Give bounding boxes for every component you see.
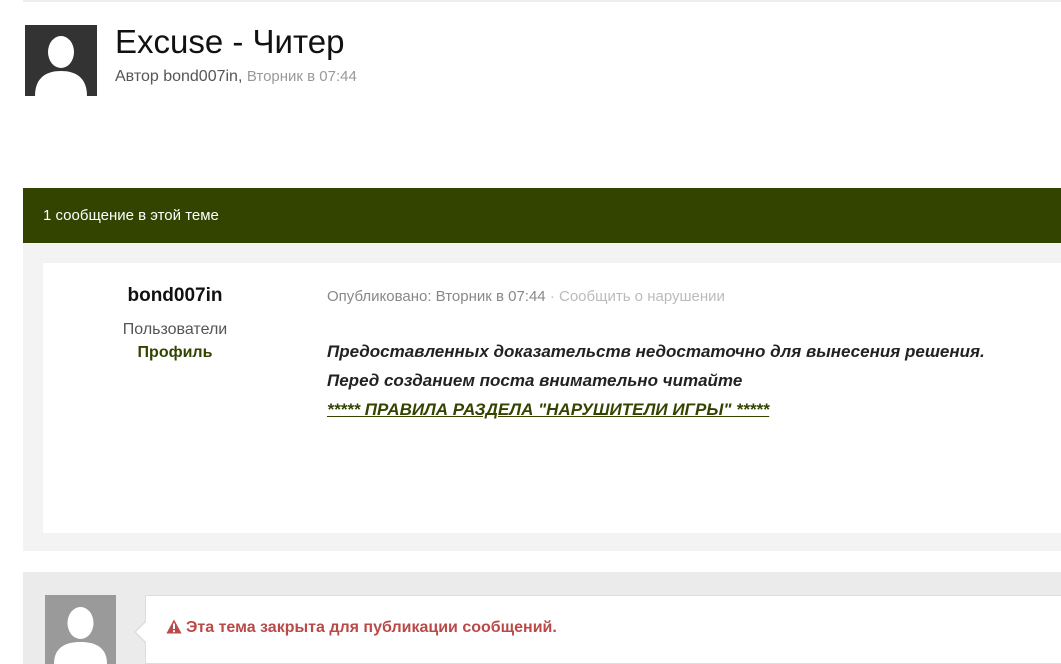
- post-content: Предоставленных доказательств недостаточ…: [327, 337, 1057, 424]
- reply-area: Эта тема закрыта для публикации сообщени…: [23, 572, 1061, 664]
- post-line: Перед созданием поста внимательно читайт…: [327, 371, 743, 390]
- profile-link[interactable]: Профиль: [43, 343, 307, 363]
- top-divider: [23, 0, 1061, 2]
- locked-notice-content: Эта тема закрыта для публикации сообщени…: [166, 618, 557, 638]
- topic-page: Excuse - Читер Автор bond007in, Вторник …: [0, 0, 1061, 664]
- post-count-bar: 1 сообщение в этой теме: [23, 188, 1061, 243]
- post-body: Опубликовано: Вторник в 07:44 · Сообщить…: [327, 287, 1057, 424]
- topic-meta: Автор bond007in, Вторник в 07:44: [115, 67, 357, 87]
- locked-notice: Эта тема закрыта для публикации сообщени…: [134, 595, 1061, 664]
- post-count-label: 1 сообщение в этой теме: [43, 207, 219, 224]
- post-line: Предоставленных доказательств недостаточ…: [327, 342, 985, 361]
- post-card: bond007in Пользователи Профиль Опубликов…: [43, 263, 1061, 533]
- post-published: Опубликовано: Вторник в 07:44: [327, 288, 546, 305]
- rules-link[interactable]: ***** ПРАВИЛА РАЗДЕЛА "НАРУШИТЕЛИ ИГРЫ" …: [327, 395, 769, 424]
- page-title: Excuse - Читер: [115, 23, 345, 60]
- report-link[interactable]: Сообщить о нарушении: [559, 288, 725, 305]
- post-author-group: Пользователи: [122, 321, 228, 338]
- post-author-column: bond007in Пользователи Профиль: [43, 263, 307, 363]
- default-user-icon: [25, 25, 97, 96]
- post-container: bond007in Пользователи Профиль Опубликов…: [23, 243, 1061, 551]
- warning-triangle-icon: [166, 619, 182, 634]
- topic-time: Вторник в 07:44: [246, 68, 357, 85]
- locked-notice-text: Эта тема закрыта для публикации сообщени…: [186, 619, 557, 636]
- post-author-name[interactable]: bond007in: [43, 284, 307, 308]
- author-avatar[interactable]: [25, 25, 97, 96]
- post-meta: Опубликовано: Вторник в 07:44 · Сообщить…: [327, 287, 1057, 307]
- default-user-icon: [45, 595, 116, 664]
- current-user-avatar: [45, 595, 116, 664]
- topic-author[interactable]: Автор bond007in,: [115, 68, 242, 85]
- meta-separator: ·: [549, 288, 555, 305]
